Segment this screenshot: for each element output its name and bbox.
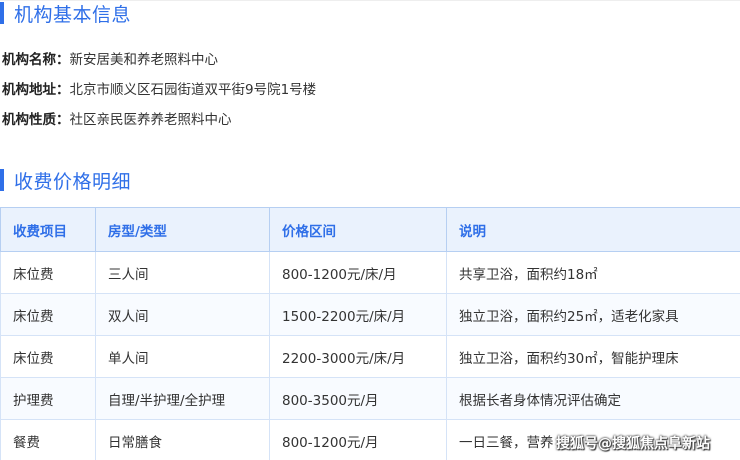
column-header-item: 收费项目: [0, 207, 96, 252]
column-header-notes: 说明: [446, 207, 740, 252]
table-cell: 护理费: [0, 377, 96, 420]
table-cell: 单人间: [95, 335, 270, 378]
fees-heading: 收费价格明细: [0, 167, 131, 193]
info-value: 北京市顺义区石园街道双平街9号院1号楼: [69, 82, 317, 98]
table-cell: 800-1200元/床/月: [269, 251, 447, 294]
info-label: 机构名称：: [2, 52, 70, 68]
table-cell: 800-3500元/月: [269, 377, 447, 420]
heading-accent-bar: [0, 2, 4, 24]
table-cell: 独立卫浴，面积约25㎡，适老化家具: [446, 293, 740, 336]
table-cell: 1500-2200元/床/月: [269, 293, 447, 336]
column-header-price-range: 价格区间: [269, 207, 447, 252]
heading-accent-bar: [0, 169, 4, 191]
table-cell: 2200-3000元/床/月: [269, 335, 447, 378]
info-value: 新安居美和养老照料中心: [69, 52, 219, 68]
table-cell: 双人间: [95, 293, 270, 336]
fees-title: 收费价格明细: [14, 170, 132, 193]
table-cell: 根据长者身体情况评估确定: [446, 377, 740, 420]
info-row-name: 机构名称：新安居美和养老照料中心: [2, 48, 218, 68]
table-cell: 床位费: [0, 293, 96, 336]
fee-table-header-row: 收费项目 房型/类型 价格区间 说明: [0, 207, 740, 252]
table-cell: 餐费: [0, 419, 96, 460]
basic-info-heading: 机构基本信息: [0, 0, 131, 26]
info-row-address: 机构地址：北京市顺义区石园街道双平街9号院1号楼: [2, 78, 316, 98]
table-row: 护理费 自理/半护理/全护理 800-3500元/月 根据长者身体情况评估确定: [0, 377, 740, 420]
column-header-room-type: 房型/类型: [95, 207, 270, 252]
table-cell: 日常膳食: [95, 419, 270, 460]
table-row: 床位费 三人间 800-1200元/床/月 共享卫浴，面积约18㎡: [0, 251, 740, 294]
table-cell: 三人间: [95, 251, 270, 294]
basic-info-title: 机构基本信息: [14, 3, 132, 26]
fee-table: 收费项目 房型/类型 价格区间 说明 床位费 三人间 800-1200元/床/月…: [0, 207, 740, 460]
info-value: 社区亲民医养养老照料中心: [69, 112, 232, 128]
table-cell: 床位费: [0, 335, 96, 378]
table-row: 床位费 双人间 1500-2200元/床/月 独立卫浴，面积约25㎡，适老化家具: [0, 293, 740, 336]
table-cell: 共享卫浴，面积约18㎡: [446, 251, 740, 294]
table-row: 床位费 单人间 2200-3000元/床/月 独立卫浴，面积约30㎡，智能护理床: [0, 335, 740, 378]
table-cell: 床位费: [0, 251, 96, 294]
info-row-type: 机构性质：社区亲民医养养老照料中心: [2, 108, 232, 128]
info-label: 机构地址：: [2, 82, 70, 98]
watermark-text: 搜狐号@搜狐焦点阜新站: [556, 436, 710, 452]
table-cell: 独立卫浴，面积约30㎡，智能护理床: [446, 335, 740, 378]
table-cell: 800-1200元/月: [269, 419, 447, 460]
table-cell: 自理/半护理/全护理: [95, 377, 270, 420]
info-label: 机构性质：: [2, 112, 70, 128]
